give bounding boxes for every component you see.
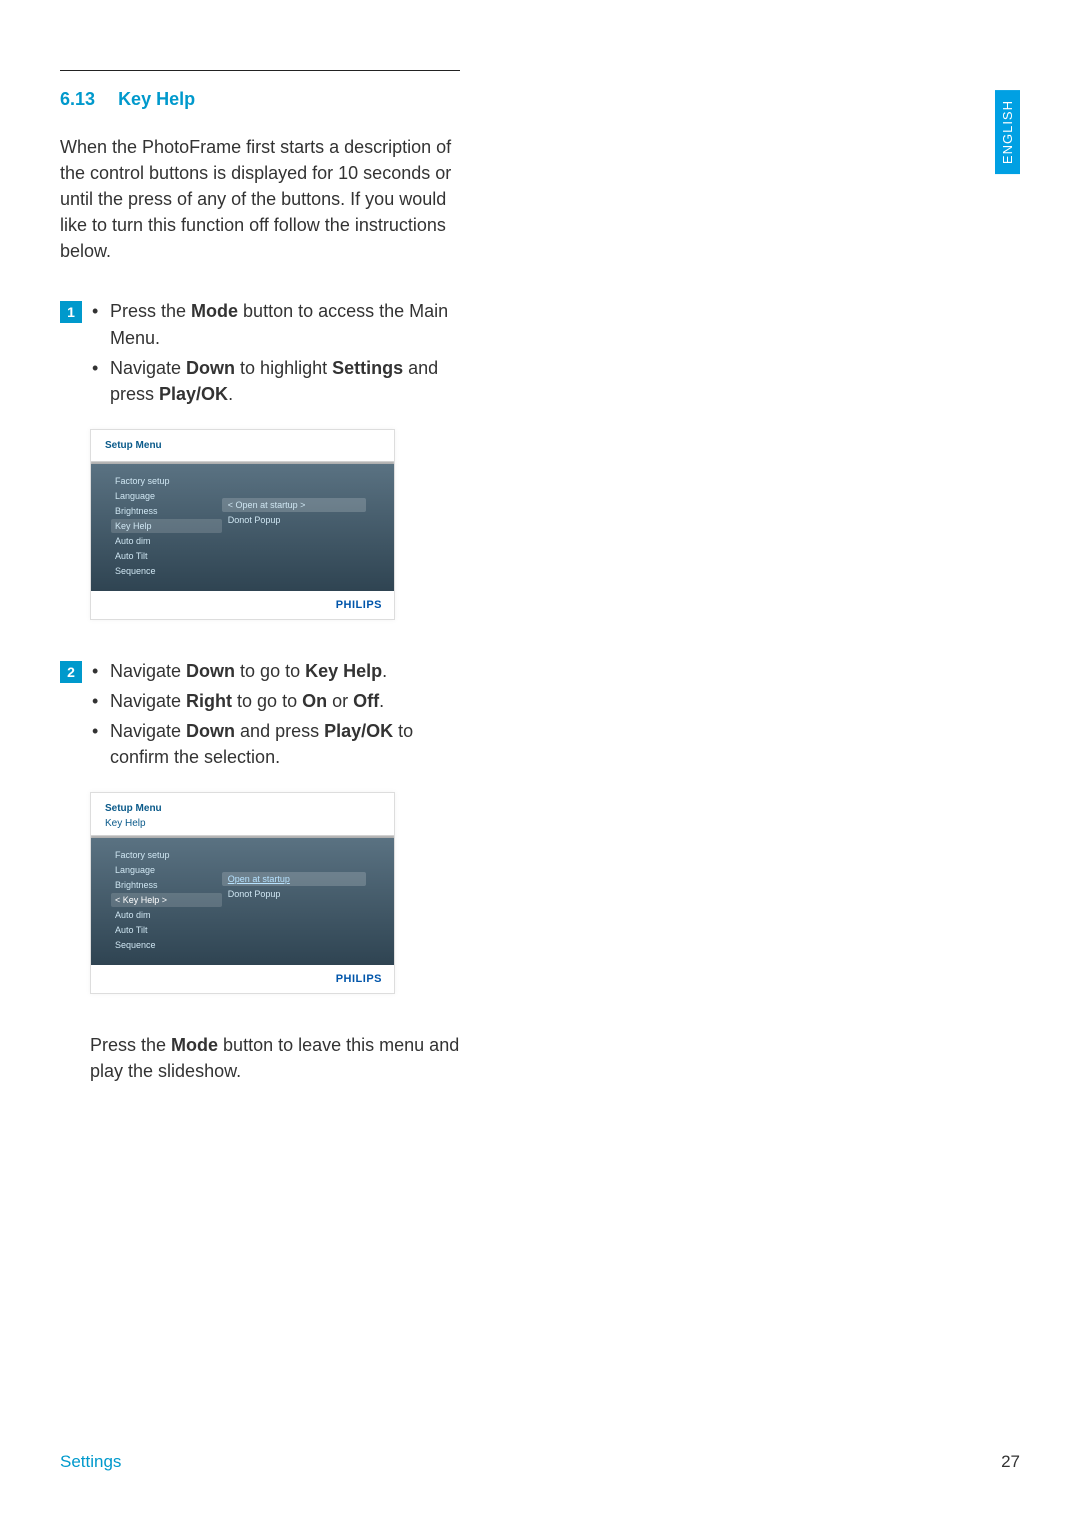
screenshot-2: Setup Menu Key Help Factory setup Langua…: [90, 792, 395, 994]
ss1-menu-item-selected: Key Help: [111, 519, 222, 533]
ss2-menu-item-selected: < Key Help >: [111, 893, 222, 907]
screenshot2-body: Factory setup Language Brightness < Key …: [91, 838, 394, 965]
step1-bullet-2: Navigate Down to highlight Settings and …: [92, 355, 460, 407]
footer-page-number: 27: [1001, 1452, 1020, 1472]
step1-bullet-1: Press the Mode button to access the Main…: [92, 298, 460, 350]
section-heading: 6.13 Key Help: [60, 89, 460, 110]
screenshot1-brand: PHILIPS: [91, 591, 394, 619]
ss2-menu-item: Sequence: [111, 938, 222, 952]
ss2-menu-item: Auto dim: [111, 908, 222, 922]
ss1-menu-item: Auto dim: [111, 534, 222, 548]
screenshot1-menu: Factory setup Language Brightness Key He…: [111, 474, 222, 579]
screenshot1-body: Factory setup Language Brightness Key He…: [91, 464, 394, 591]
screenshot2-header: Setup Menu Key Help: [91, 793, 394, 835]
page-footer: Settings 27: [60, 1452, 1020, 1472]
ss2-menu-item: Auto Tilt: [111, 923, 222, 937]
step2-bullet-1: Navigate Down to go to Key Help.: [92, 658, 460, 684]
section-rule: [60, 70, 460, 71]
ss1-menu-item: Auto Tilt: [111, 549, 222, 563]
screenshot2-menu: Factory setup Language Brightness < Key …: [111, 848, 222, 953]
step-number: 2: [60, 661, 82, 683]
screenshot2-brand: PHILIPS: [91, 965, 394, 993]
language-tab: ENGLISH: [995, 90, 1020, 174]
screenshot1-panel: < Open at startup > Donot Popup: [222, 498, 366, 579]
step2-bullet-2: Navigate Right to go to On or Off.: [92, 688, 460, 714]
screenshot1-title: Setup Menu: [105, 440, 380, 451]
screenshot2-panel: Open at startup Donot Popup: [222, 872, 366, 953]
screenshot1-header: Setup Menu: [91, 430, 394, 461]
screenshot2-subtitle: Key Help: [105, 818, 380, 829]
ss1-panel-item-selected: < Open at startup >: [222, 498, 366, 512]
ss1-menu-item: Sequence: [111, 564, 222, 578]
intro-paragraph: When the PhotoFrame first starts a descr…: [60, 134, 460, 264]
ss2-menu-item: Factory setup: [111, 848, 222, 862]
step2-bullet-3: Navigate Down and press Play/OK to confi…: [92, 718, 460, 770]
section-title: Key Help: [118, 89, 195, 109]
manual-page: ENGLISH 6.13 Key Help When the PhotoFram…: [0, 0, 1080, 1532]
ss2-menu-item: Brightness: [111, 878, 222, 892]
step-2: 2 Navigate Down to go to Key Help. Navig…: [60, 658, 460, 774]
ss2-panel-item-highlight: Open at startup: [222, 872, 366, 886]
step-number: 1: [60, 301, 82, 323]
step-body: Navigate Down to go to Key Help. Navigat…: [92, 658, 460, 774]
ss1-panel-item: Donot Popup: [222, 513, 366, 527]
content-column: 6.13 Key Help When the PhotoFrame first …: [60, 70, 460, 1084]
ss2-panel-item: Donot Popup: [222, 887, 366, 901]
ss1-menu-item: Factory setup: [111, 474, 222, 488]
step-body: Press the Mode button to access the Main…: [92, 298, 460, 410]
ss1-menu-item: Language: [111, 489, 222, 503]
footer-section: Settings: [60, 1452, 121, 1472]
screenshot-1: Setup Menu Factory setup Language Bright…: [90, 429, 395, 620]
ss2-menu-item: Language: [111, 863, 222, 877]
ss1-menu-item: Brightness: [111, 504, 222, 518]
section-number: 6.13: [60, 89, 95, 109]
screenshot2-title: Setup Menu: [105, 803, 380, 814]
closing-paragraph: Press the Mode button to leave this menu…: [90, 1032, 460, 1084]
step-1: 1 Press the Mode button to access the Ma…: [60, 298, 460, 410]
